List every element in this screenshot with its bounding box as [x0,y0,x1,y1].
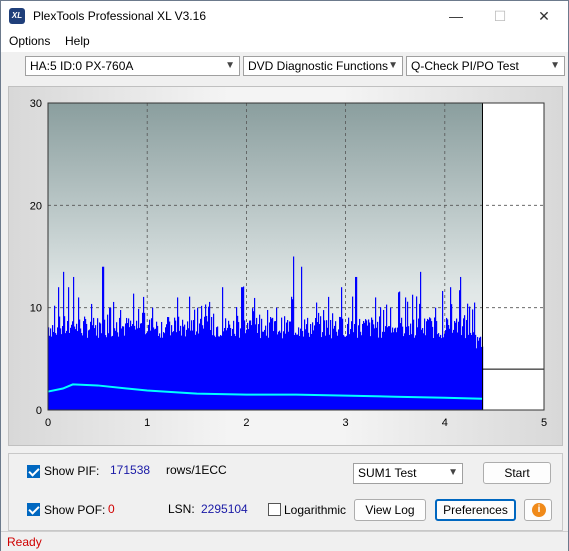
preferences-button[interactable]: Preferences [435,499,516,521]
y-tick-label: 20 [30,200,42,212]
close-button[interactable]: ✕ [522,1,566,32]
info-icon: i [532,503,546,517]
chevron-down-icon: ▼ [225,60,235,71]
start-button[interactable]: Start [483,462,551,484]
toolbar: HA:5 ID:0 PX-760A ▼ DVD Diagnostic Funct… [1,52,568,82]
menu-bar: Options Help [1,32,568,52]
y-tick-label: 30 [30,98,42,110]
pif-value: 171538 [110,463,151,477]
show-pof-checkbox[interactable] [27,503,40,516]
logarithmic-label: Logarithmic [284,503,347,517]
test-select[interactable]: Q-Check PI/PO Test ▼ [406,56,565,76]
status-text: Ready [7,535,42,549]
sum-test-value: SUM1 Test [358,466,417,480]
test-select-value: Q-Check PI/PO Test [411,59,519,73]
function-select-value: DVD Diagnostic Functions [248,59,389,73]
lsn-value: 2295104 [201,502,248,516]
x-tick-label: 1 [144,417,150,429]
drive-select-value: HA:5 ID:0 PX-760A [30,59,134,73]
menu-options[interactable]: Options [9,34,50,48]
main-window: XL PlexTools Professional XL V3.16 — ☐ ✕… [0,0,569,551]
show-pif-label: Show PIF: [44,464,100,478]
x-tick-label: 0 [45,417,51,429]
chevron-down-icon: ▼ [550,60,560,71]
show-pif-checkbox[interactable] [27,465,40,478]
status-bar: Ready [1,531,568,551]
maximize-button[interactable]: ☐ [478,1,522,32]
lsn-label: LSN: [168,502,195,516]
chevron-down-icon: ▼ [448,467,458,478]
app-logo-icon: XL [9,8,25,24]
pi-po-chart: 0 10 20 30 0 1 2 3 4 5 [30,98,547,429]
show-pof-label: Show POF: [44,503,106,517]
minimize-button[interactable]: — [434,1,478,32]
y-tick-label: 10 [30,303,42,315]
rows-label: rows/1ECC [166,463,227,477]
x-tick-label: 2 [243,417,249,429]
plot-empty-area [482,103,544,410]
y-tick-label: 0 [36,405,42,417]
function-select[interactable]: DVD Diagnostic Functions ▼ [243,56,403,76]
window-title: PlexTools Professional XL V3.16 [33,9,206,23]
controls-panel: Show PIF: 171538 rows/1ECC SUM1 Test ▼ S… [8,453,563,531]
x-tick-label: 3 [343,417,349,429]
drive-select[interactable]: HA:5 ID:0 PX-760A ▼ [25,56,240,76]
logarithmic-checkbox[interactable] [268,503,281,516]
title-bar[interactable]: XL PlexTools Professional XL V3.16 — ☐ ✕ [1,1,568,32]
chevron-down-icon: ▼ [388,60,398,71]
chart-panel: 0 10 20 30 0 1 2 3 4 5 [8,86,563,446]
menu-help[interactable]: Help [65,34,90,48]
info-button[interactable]: i [524,499,552,521]
pof-value: 0 [108,502,115,516]
x-tick-label: 4 [442,417,448,429]
x-tick-label: 5 [541,417,547,429]
sum-test-select[interactable]: SUM1 Test ▼ [353,463,463,484]
view-log-button[interactable]: View Log [354,499,426,521]
